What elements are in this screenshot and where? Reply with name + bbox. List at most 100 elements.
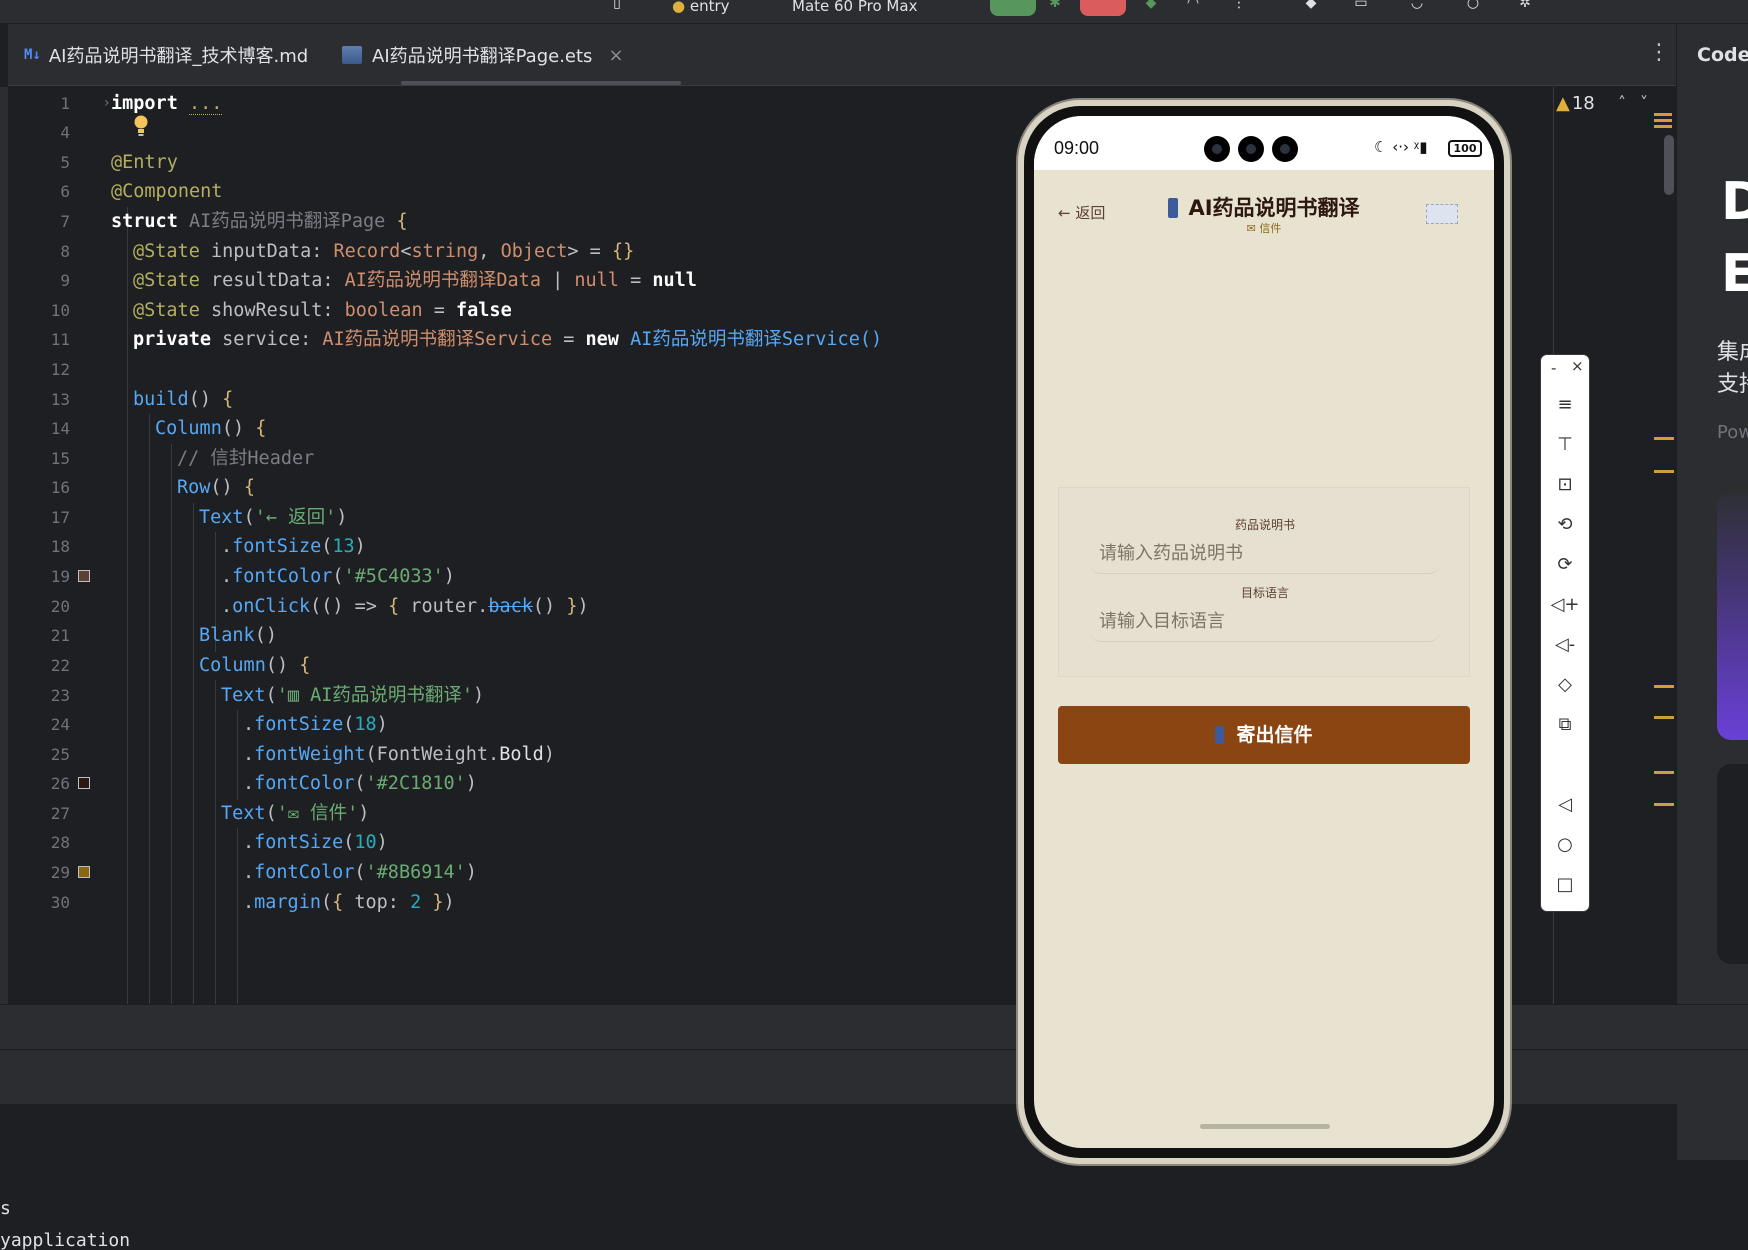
- line-number: 12: [50, 360, 70, 379]
- phone-bezel: 09:00 ☾ ‹·› ᵡ▮ 100 ← 返回 AI药品说明书翻译 ✉ 信件 药…: [1024, 106, 1504, 1158]
- recent-nav-icon[interactable]: □: [1541, 867, 1589, 903]
- screenshot-icon[interactable]: ⧉: [1541, 707, 1589, 743]
- line-number: 26: [50, 774, 70, 793]
- menu-icon[interactable]: ≡: [1541, 387, 1589, 423]
- crop-icon[interactable]: ⊡: [1541, 467, 1589, 503]
- camera-icon: [1238, 136, 1264, 162]
- app-title-text: AI药品说明书翻译: [1188, 196, 1360, 220]
- active-tab-indicator: [401, 81, 681, 85]
- app-subtitle: ✉ 信件: [1246, 222, 1282, 235]
- line-number: 6: [60, 182, 70, 201]
- terminal-line: s: [0, 1198, 11, 1219]
- volume-down-icon[interactable]: ◁-: [1541, 627, 1589, 663]
- rotate-right-icon[interactable]: ⟳: [1541, 547, 1589, 583]
- tab-ets-file[interactable]: AI药品说明书翻译Page.ets ×: [342, 24, 624, 86]
- camera-icon: [1204, 136, 1230, 162]
- tab-label: AI药品说明书翻译Page.ets: [372, 46, 593, 67]
- line-number: 19: [50, 567, 70, 586]
- status-icons: ☾ ‹·› ᵡ▮: [1374, 138, 1428, 156]
- tab-more-icon[interactable]: ⋮: [1648, 38, 1670, 68]
- phone-screen[interactable]: 09:00 ☾ ‹·› ᵡ▮ 100 ← 返回 AI药品说明书翻译 ✉ 信件 药…: [1034, 116, 1494, 1148]
- notifications-icon[interactable]: ◆: [1300, 0, 1322, 10]
- emulator-phone-frame: 09:00 ☾ ‹·› ᵡ▮ 100 ← 返回 AI药品说明书翻译 ✉ 信件 药…: [1018, 100, 1510, 1164]
- account-icon[interactable]: ◡: [1406, 0, 1428, 10]
- app-title: AI药品说明书翻译: [1034, 192, 1494, 222]
- field-label-medicine: 药品说明书: [1234, 518, 1295, 532]
- line-number: 16: [50, 478, 70, 497]
- module-selector[interactable]: ● entry: [672, 0, 730, 16]
- module-label: entry: [689, 0, 730, 15]
- line-number: 7: [60, 212, 70, 231]
- panel-powered-by: Pow: [1717, 422, 1748, 443]
- color-swatch[interactable]: [78, 777, 90, 789]
- line-number: 21: [50, 626, 70, 645]
- camera-icon: [1272, 136, 1298, 162]
- folded-import[interactable]: ...: [188, 93, 223, 115]
- code-text: .fontColor('#5C4033'): [221, 566, 455, 587]
- terminal-panel[interactable]: s yapplication: [0, 1160, 1748, 1250]
- field-label-language: 目标语言: [1240, 586, 1289, 600]
- code-text: struct AI药品说明书翻译Page {: [111, 211, 408, 232]
- stop-button[interactable]: [1080, 0, 1126, 16]
- code-text: .fontColor('#2C1810'): [243, 773, 477, 794]
- device-manager-icon[interactable]: ▯: [606, 0, 628, 10]
- code-text: private service: AI药品说明书翻译Service = new …: [133, 329, 883, 350]
- run-button[interactable]: [990, 0, 1036, 16]
- codegenie-icon[interactable]: ▭: [1350, 0, 1372, 10]
- rotate-left-icon[interactable]: ⟲: [1541, 507, 1589, 543]
- close-icon[interactable]: ×: [1571, 357, 1584, 375]
- debug-icon[interactable]: ✱: [1044, 0, 1066, 10]
- phone-icon: [1215, 726, 1225, 744]
- top-toolbar: ▯ ● entry Mate 60 Pro Max ✱ ◆ ◠ ⋮ ◆ ▭ ◡ …: [0, 0, 1748, 24]
- code-text: Column() {: [155, 418, 267, 439]
- panel-text-1: 集成: [1717, 340, 1748, 365]
- tab-markdown-file[interactable]: M↓ AI药品说明书翻译_技术博客.md: [24, 24, 308, 86]
- profiler-icon[interactable]: ◆: [1140, 0, 1162, 10]
- attach-icon[interactable]: ◠: [1182, 0, 1204, 10]
- shake-icon[interactable]: ◇: [1541, 667, 1589, 703]
- line-number: 18: [50, 537, 70, 556]
- send-button-label: 寄出信件: [1236, 724, 1313, 746]
- home-nav-icon[interactable]: ○: [1541, 827, 1589, 863]
- panel-text-2: 支持: [1717, 372, 1748, 397]
- code-text: .margin({ top: 2 }): [243, 892, 455, 913]
- header-placeholder-image: [1426, 204, 1458, 224]
- line-number: 4: [60, 123, 70, 142]
- panel-hero-card: [1717, 492, 1748, 740]
- phone-icon: [1168, 198, 1179, 218]
- ets-file-icon: [342, 46, 362, 64]
- home-indicator[interactable]: [1200, 1124, 1330, 1129]
- code-text: Blank(): [199, 625, 277, 646]
- code-text: .fontSize(13): [221, 536, 366, 557]
- settings-icon[interactable]: ✲: [1514, 0, 1536, 10]
- left-tool-strip: [0, 87, 8, 1004]
- line-number: 9: [60, 271, 70, 290]
- medicine-input[interactable]: 请输入药品说明书: [1089, 534, 1441, 574]
- back-nav-icon[interactable]: ◁: [1541, 787, 1589, 823]
- line-number: 29: [50, 863, 70, 882]
- battery-icon: 100: [1448, 140, 1482, 157]
- close-tab-icon[interactable]: ×: [608, 45, 623, 66]
- send-letter-button[interactable]: 寄出信件: [1058, 706, 1470, 764]
- code-text: Column() {: [199, 655, 311, 676]
- code-text: @Component: [111, 181, 223, 202]
- code-text: Row() {: [177, 477, 255, 498]
- panel-heading-1: D: [1721, 172, 1748, 232]
- language-input[interactable]: 请输入目标语言: [1089, 602, 1441, 642]
- line-number: 24: [50, 715, 70, 734]
- panel-title: CodeG: [1697, 44, 1748, 66]
- more-actions-icon[interactable]: ⋮: [1228, 0, 1250, 10]
- color-swatch[interactable]: [78, 866, 90, 878]
- device-label: Mate 60 Pro Max: [792, 0, 918, 15]
- search-icon[interactable]: ○: [1462, 0, 1484, 10]
- device-selector[interactable]: Mate 60 Pro Max: [792, 0, 917, 16]
- app-header: ← 返回 AI药品说明书翻译 ✉ 信件: [1034, 170, 1494, 250]
- tab-label: AI药品说明书翻译_技术博客.md: [48, 46, 309, 67]
- minimize-icon[interactable]: -: [1551, 359, 1556, 377]
- color-swatch[interactable]: [78, 570, 90, 582]
- volume-up-icon[interactable]: ◁+: [1541, 587, 1589, 623]
- code-text: .fontSize(10): [243, 832, 388, 853]
- code-text: .fontColor('#8B6914'): [243, 862, 477, 883]
- status-bar: 09:00 ☾ ‹·› ᵡ▮ 100: [1034, 116, 1494, 170]
- pin-top-icon[interactable]: ⊤: [1541, 427, 1589, 463]
